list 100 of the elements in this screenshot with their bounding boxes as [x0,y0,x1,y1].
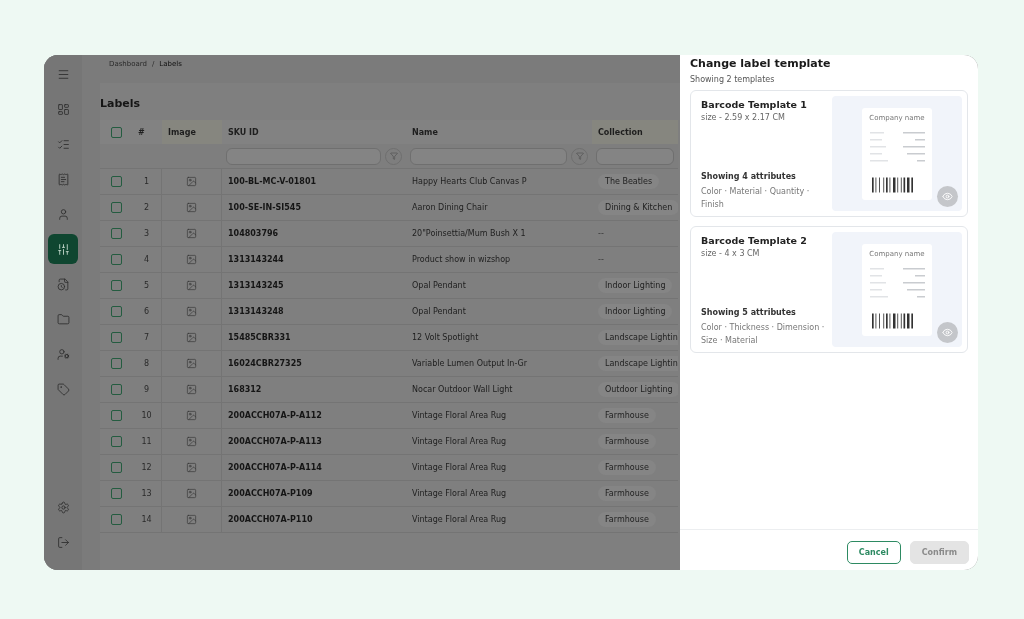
product-name: 20"Poinsettia/Mum Bush X 1 [412,229,526,238]
product-name: 12 Volt Spotlight [412,333,479,342]
image-placeholder-icon [186,176,197,187]
collection-tag: Farmhouse [598,486,656,501]
collection-tag: Landscape Lightin [598,330,678,345]
sku-id: 1313143248 [228,307,284,316]
product-name: Nocar Outdoor Wall Light [412,385,513,394]
image-placeholder-icon [186,436,197,447]
row-checkbox[interactable] [110,332,122,343]
product-name: Vintage Floral Area Rug [412,437,507,446]
select-all-checkbox[interactable] [110,126,122,138]
row-number: 4 [143,255,150,264]
sku-id: 200ACCH07A-P-A114 [228,463,322,472]
image-placeholder-icon [186,280,197,291]
user-icon [56,207,70,221]
collection-tag: Farmhouse [598,460,656,475]
collection-tag: Indoor Lighting [598,304,673,319]
attributes-heading: Showing 5 attributes [701,308,797,317]
list-icon [56,137,70,151]
folder-icon [56,312,70,326]
row-checkbox[interactable] [110,384,122,395]
product-name: Happy Hearts Club Canvas P [412,177,527,186]
product-name: Vintage Floral Area Rug [412,489,507,498]
row-checkbox[interactable] [110,176,122,187]
collection-tag: Farmhouse [598,512,656,527]
image-placeholder-icon [186,514,197,525]
row-checkbox[interactable] [110,280,122,291]
sku-id: 15485CBR331 [228,333,291,342]
image-placeholder-icon [186,358,197,369]
menu-icon [56,67,70,81]
row-number: 9 [143,385,150,394]
image-placeholder-icon [186,332,197,343]
row-checkbox[interactable] [110,436,122,447]
page-title: Labels [100,96,142,112]
filter-icon [575,152,584,160]
sku-id: 100-BL-MC-V-01801 [228,177,317,186]
sku-id: 1313143245 [228,281,284,290]
image-placeholder-icon [186,202,197,213]
collection-tag: The Beatles [598,174,660,189]
row-number: 14 [141,515,152,524]
product-name: Aaron Dining Chair [412,203,488,212]
cancel-button[interactable]: Cancel [846,541,901,564]
row-checkbox[interactable] [110,358,122,369]
product-name: Variable Lumen Output In-Gr [412,359,528,368]
document-icon [56,172,70,186]
eye-icon [942,327,953,338]
row-number: 2 [143,203,150,212]
row-checkbox[interactable] [110,514,122,525]
sku-id: 200ACCH07A-P-A113 [228,437,322,446]
eye-icon [942,191,953,202]
attributes-list: Color · Material · Quantity · Finish [701,185,832,211]
column-header: Image [162,120,222,144]
sku-id: 200ACCH07A-P-A112 [228,411,322,420]
dashboard-icon [56,102,70,116]
row-number: 1 [143,177,150,186]
collection-tag: Indoor Lighting [598,278,673,293]
template-title: Barcode Template 1 [701,99,808,110]
image-placeholder-icon [186,306,197,317]
preview-button[interactable] [937,322,958,343]
sku-id: 16024CBR27325 [228,359,302,368]
row-number: 7 [143,333,150,342]
empty-value: -- [598,229,604,238]
row-number: 5 [143,281,150,290]
row-checkbox[interactable] [110,462,122,473]
row-checkbox[interactable] [110,306,122,317]
attributes-heading: Showing 4 attributes [701,172,797,181]
row-checkbox[interactable] [110,410,122,421]
row-number: 12 [141,463,152,472]
row-number: 6 [143,307,150,316]
row-checkbox[interactable] [110,254,122,265]
preview-button[interactable] [937,186,958,207]
settings-icon [56,500,70,514]
product-name: Vintage Floral Area Rug [412,463,507,472]
logout-icon [56,535,70,549]
collection-tag: Dining & Kitchen [598,200,678,215]
row-number: 8 [143,359,150,368]
row-number: 11 [141,437,152,446]
template-size: size - 4 x 3 CM [701,249,761,258]
image-placeholder-icon [186,254,197,265]
sidebar-item[interactable] [48,234,78,264]
image-placeholder-icon [186,488,197,499]
row-checkbox[interactable] [110,202,122,213]
tag-icon [56,382,70,396]
filter-button[interactable] [571,147,588,165]
column-header: Collection [592,120,678,144]
row-number: 3 [143,229,150,238]
collection-tag: Outdoor Lighting [598,382,678,397]
sku-id: 100-SE-IN-SI545 [228,203,301,212]
sku-id: 1313143244 [228,255,284,264]
drawer-subtitle: Showing 2 templates [690,75,776,84]
product-name: Opal Pendant [412,281,466,290]
product-name: Vintage Floral Area Rug [412,411,507,420]
filter-button[interactable] [385,147,402,165]
filter-icon [389,152,398,160]
template-title: Barcode Template 2 [701,235,808,246]
file-clock-icon [56,277,70,291]
product-name: Opal Pendant [412,307,466,316]
row-checkbox[interactable] [110,488,122,499]
row-checkbox[interactable] [110,228,122,239]
user-gear-icon [56,347,70,361]
